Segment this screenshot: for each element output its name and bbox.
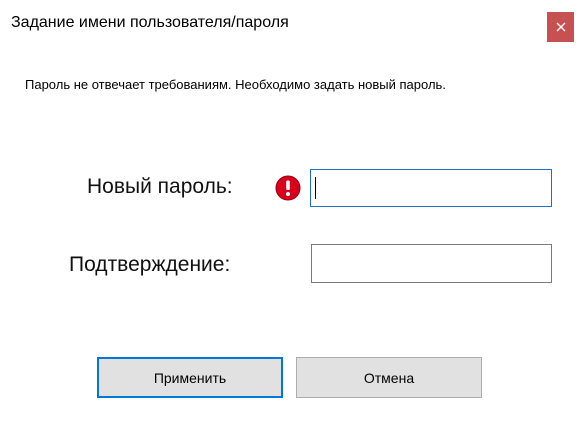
new-password-input[interactable] <box>310 169 552 207</box>
window-title: Задание имени пользователя/пароля <box>11 14 289 31</box>
title-bar: Задание имени пользователя/пароля <box>0 0 579 50</box>
error-icon <box>275 175 301 201</box>
cancel-button[interactable]: Отмена <box>296 357 482 398</box>
close-icon <box>556 22 565 32</box>
new-password-label: Новый пароль: <box>87 175 233 198</box>
text-caret <box>315 177 316 199</box>
confirm-password-label: Подтверждение: <box>69 253 231 276</box>
close-button[interactable] <box>547 12 574 42</box>
error-message: Пароль не отвечает требованиям. Необходи… <box>25 77 446 92</box>
apply-button[interactable]: Применить <box>97 357 283 398</box>
dialog-window: Задание имени пользователя/пароля Пароль… <box>0 0 579 435</box>
confirm-password-input[interactable] <box>311 244 552 283</box>
